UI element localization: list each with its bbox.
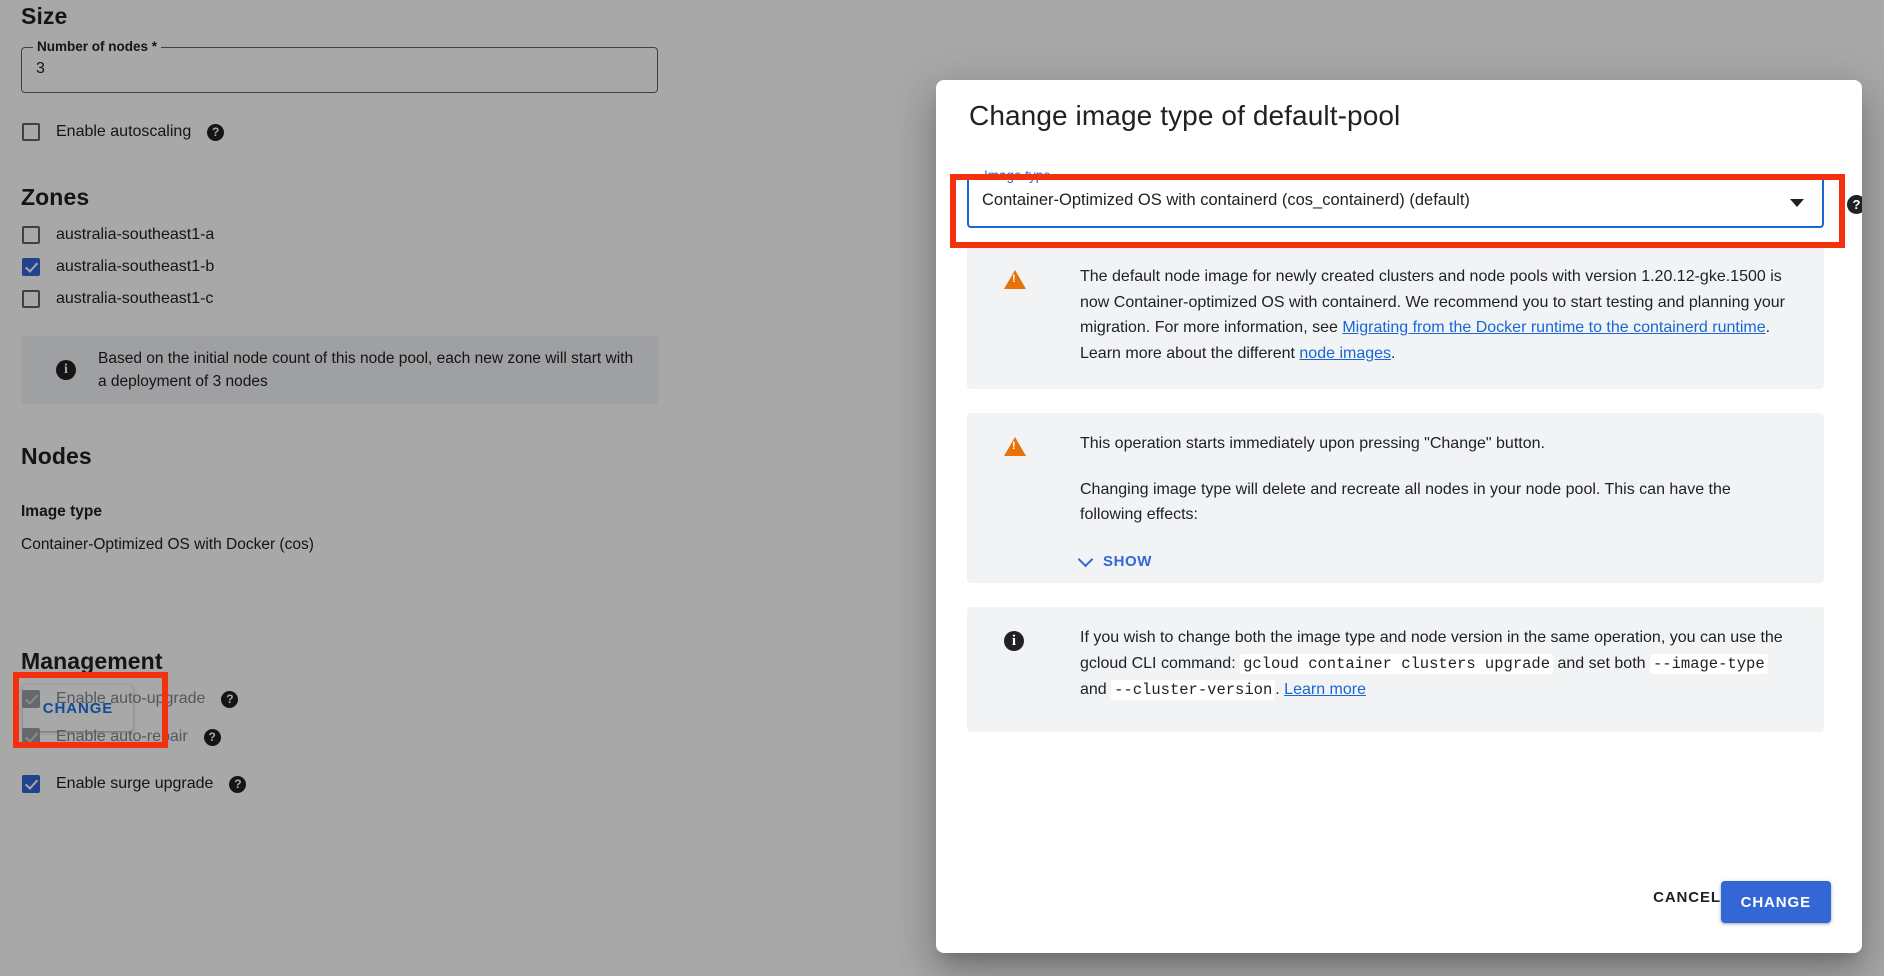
show-effects-toggle[interactable]: SHOW <box>1080 549 1152 575</box>
zone-checkbox-a[interactable] <box>22 226 40 244</box>
enable-autoscaling-label: Enable autoscaling <box>56 123 191 141</box>
zone-row-b[interactable]: australia-southeast1-b <box>22 258 214 276</box>
info-icon: i <box>1004 631 1026 651</box>
image-type-label: Image type <box>21 503 102 521</box>
enable-auto-upgrade-row: Enable auto-upgrade ? <box>22 690 238 708</box>
operation-warning-para2: Changing image type will delete and recr… <box>1080 477 1792 528</box>
zone-info-text: Based on the initial node count of this … <box>98 347 643 393</box>
enable-surge-upgrade-checkbox[interactable] <box>22 775 40 793</box>
warning-icon <box>1004 437 1026 457</box>
image-type-value: Container-Optimized OS with Docker (cos) <box>21 536 314 554</box>
enable-surge-upgrade-row[interactable]: Enable surge upgrade ? <box>22 775 246 793</box>
nodes-section-heading: Nodes <box>21 443 92 470</box>
operation-warning-card: This operation starts immediately upon p… <box>967 413 1824 583</box>
enable-auto-repair-row: Enable auto-repair ? <box>22 728 221 746</box>
info-icon: i <box>56 360 76 380</box>
operation-warning-para1: This operation starts immediately upon p… <box>1080 431 1792 457</box>
operation-warning-text: This operation starts immediately upon p… <box>1080 413 1792 592</box>
default-image-warning-text: The default node image for newly created… <box>1080 246 1792 384</box>
number-of-nodes-label: Number of nodes * <box>33 39 161 54</box>
enable-surge-upgrade-label: Enable surge upgrade <box>56 775 213 793</box>
management-section-heading: Management <box>21 648 163 675</box>
warning-icon <box>1004 270 1026 290</box>
zone-row-c[interactable]: australia-southeast1-c <box>22 290 213 308</box>
help-icon[interactable]: ? <box>207 124 224 141</box>
enable-auto-upgrade-checkbox <box>22 690 40 708</box>
confirm-change-button[interactable]: CHANGE <box>1721 881 1831 923</box>
zone-label-c: australia-southeast1-c <box>56 290 213 308</box>
size-section-heading: Size <box>21 3 67 30</box>
learn-more-link[interactable]: Learn more <box>1284 681 1366 698</box>
help-icon[interactable]: ? <box>204 729 221 746</box>
node-images-link[interactable]: node images <box>1299 345 1391 362</box>
help-icon[interactable]: ? <box>229 776 246 793</box>
zone-label-a: australia-southeast1-a <box>56 226 214 244</box>
enable-autoscaling-checkbox[interactable] <box>22 123 40 141</box>
enable-auto-repair-label: Enable auto-repair <box>56 728 188 746</box>
gcloud-cli-info-card: i If you wish to change both the image t… <box>967 607 1824 732</box>
zone-checkbox-b[interactable] <box>22 258 40 276</box>
migrating-docker-containerd-link[interactable]: Migrating from the Docker runtime to the… <box>1342 319 1765 336</box>
cli-text-seg4: . <box>1275 681 1284 698</box>
zone-checkbox-c[interactable] <box>22 290 40 308</box>
zone-row-a[interactable]: australia-southeast1-a <box>22 226 214 244</box>
image-type-select-label: Image type <box>980 168 1055 184</box>
gcloud-cli-info-text: If you wish to change both the image typ… <box>1080 607 1792 722</box>
enable-auto-upgrade-label: Enable auto-upgrade <box>56 690 205 708</box>
node-pool-settings-panel: Size Number of nodes * 3 Enable autoscal… <box>0 0 710 976</box>
image-type-select-value: Container-Optimized OS with containerd (… <box>982 191 1470 210</box>
warning-text-seg3: . <box>1391 345 1395 362</box>
zones-section-heading: Zones <box>21 184 89 211</box>
page-root: Size Number of nodes * 3 Enable autoscal… <box>0 0 1884 976</box>
cli-text-seg3: and <box>1080 681 1111 698</box>
zone-info-banner: i Based on the initial node count of thi… <box>21 336 658 404</box>
chevron-down-icon[interactable] <box>1790 199 1804 207</box>
enable-auto-repair-checkbox <box>22 728 40 746</box>
dialog-title: Change image type of default-pool <box>969 100 1400 132</box>
image-type-select[interactable]: Image type Container-Optimized OS with c… <box>967 176 1824 228</box>
enable-autoscaling-row[interactable]: Enable autoscaling ? <box>22 123 224 141</box>
show-effects-label: SHOW <box>1103 549 1152 575</box>
default-image-warning-card: The default node image for newly created… <box>967 246 1824 389</box>
image-type-flag-code: --image-type <box>1650 654 1768 674</box>
cluster-version-flag-code: --cluster-version <box>1111 680 1275 700</box>
cancel-button[interactable]: CANCEL <box>1641 879 1733 916</box>
chevron-down-icon <box>1078 551 1094 567</box>
help-icon[interactable]: ? <box>1847 195 1862 214</box>
number-of-nodes-value: 3 <box>36 60 45 78</box>
help-icon[interactable]: ? <box>221 691 238 708</box>
zone-label-b: australia-southeast1-b <box>56 258 214 276</box>
cli-text-seg2: and set both <box>1553 655 1650 672</box>
change-image-type-dialog: Change image type of default-pool Image … <box>936 80 1862 953</box>
number-of-nodes-field[interactable]: Number of nodes * 3 <box>21 47 658 93</box>
gcloud-command-code: gcloud container clusters upgrade <box>1240 654 1553 674</box>
